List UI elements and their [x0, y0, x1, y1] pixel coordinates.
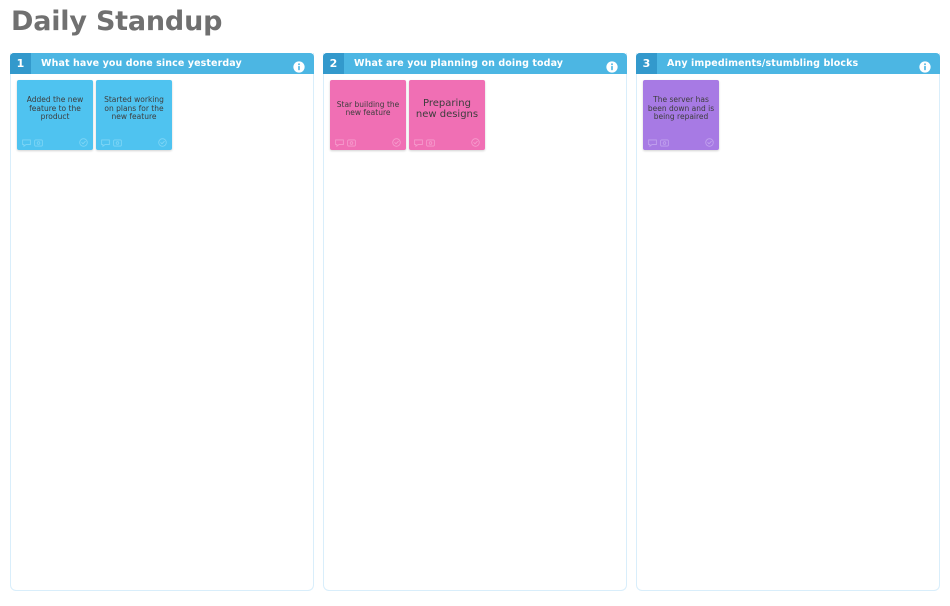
- board-columns: 1 What have you done since yesterday Added…: [10, 53, 940, 591]
- check-circle-icon[interactable]: [158, 132, 167, 151]
- sticky-note-text: Star building the new feature: [336, 99, 400, 117]
- sticky-note-footer: [409, 134, 485, 150]
- info-icon[interactable]: [919, 58, 931, 73]
- column-number-badge: 1: [10, 53, 31, 74]
- column-title: What have you done since yesterday: [41, 58, 242, 69]
- card-list: Star building the new feature Preparing n…: [324, 74, 626, 590]
- page-title: Daily Standup: [11, 6, 223, 37]
- check-circle-icon[interactable]: [471, 132, 480, 151]
- column-title: Any impediments/stumbling blocks: [667, 58, 859, 69]
- sticky-note-actions: [648, 132, 705, 151]
- comment-icon[interactable]: [335, 132, 344, 151]
- image-icon[interactable]: [347, 132, 356, 151]
- board-column: 3 Any impediments/stumbling blocks The ser…: [636, 53, 940, 591]
- image-icon[interactable]: [660, 132, 669, 151]
- column-title: What are you planning on doing today: [354, 58, 564, 69]
- column-number-badge: 3: [636, 53, 657, 74]
- sticky-note-actions: [335, 132, 392, 151]
- board-column: 1 What have you done since yesterday Added…: [10, 53, 314, 591]
- sticky-note-text: Preparing new designs: [415, 97, 479, 120]
- card-list: Added the new feature to the product Star…: [11, 74, 313, 590]
- info-icon[interactable]: [606, 58, 618, 73]
- sticky-note-actions: [414, 132, 471, 151]
- sticky-note-text: Started working on plans for the new fea…: [104, 95, 164, 122]
- image-icon[interactable]: [113, 132, 122, 151]
- sticky-note-text: Added the new feature to the product: [26, 95, 84, 122]
- sticky-note-footer: [643, 134, 719, 150]
- sticky-note-card[interactable]: Star building the new feature: [330, 80, 406, 150]
- check-circle-icon[interactable]: [392, 132, 401, 151]
- sticky-note-card[interactable]: Added the new feature to the product: [17, 80, 93, 150]
- image-icon[interactable]: [426, 132, 435, 151]
- comment-icon[interactable]: [648, 132, 657, 151]
- sticky-note-footer: [17, 134, 93, 150]
- sticky-note-actions: [101, 132, 158, 151]
- comment-icon[interactable]: [414, 132, 423, 151]
- sticky-note-card[interactable]: The server has been down and is being re…: [643, 80, 719, 150]
- sticky-note-card[interactable]: Preparing new designs: [409, 80, 485, 150]
- sticky-note-actions: [22, 132, 79, 151]
- check-circle-icon[interactable]: [705, 132, 714, 151]
- board-column: 2 What are you planning on doing today Sta…: [323, 53, 627, 591]
- comment-icon[interactable]: [22, 132, 31, 151]
- card-list: The server has been down and is being re…: [637, 74, 939, 590]
- sticky-note-footer: [96, 134, 172, 150]
- image-icon[interactable]: [34, 132, 43, 151]
- sticky-note-footer: [330, 134, 406, 150]
- column-number-badge: 2: [323, 53, 344, 74]
- column-header: 3 Any impediments/stumbling blocks: [636, 53, 940, 74]
- sticky-note-text: The server has been down and is being re…: [647, 95, 715, 122]
- sticky-note-card[interactable]: Started working on plans for the new fea…: [96, 80, 172, 150]
- column-header: 1 What have you done since yesterday: [10, 53, 314, 74]
- column-header: 2 What are you planning on doing today: [323, 53, 627, 74]
- info-icon[interactable]: [293, 58, 305, 73]
- check-circle-icon[interactable]: [79, 132, 88, 151]
- comment-icon[interactable]: [101, 132, 110, 151]
